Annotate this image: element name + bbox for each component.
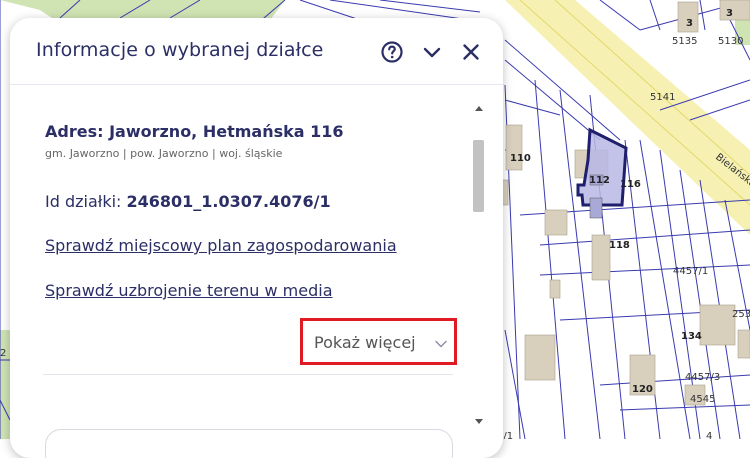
map-label: 253 — [732, 309, 750, 320]
map-label: 4457/3 — [685, 372, 720, 383]
map-label: 120 — [632, 384, 653, 395]
map-label: 112 — [589, 175, 610, 186]
panel-content[interactable]: Adres: Jaworzno, Hetmańska 116 gm. Jawor… — [10, 86, 472, 458]
scroll-up-arrow-icon[interactable] — [475, 106, 483, 111]
parcel-region: gm. Jaworzno | pow. Jaworzno | woj. śląs… — [45, 147, 283, 160]
parcel-id-value: 246801_1.0307.4076/1 — [126, 192, 331, 211]
map-label: 4 — [706, 431, 712, 439]
next-section-card[interactable] — [45, 429, 453, 458]
close-icon[interactable] — [459, 40, 483, 64]
map-label: 5130 — [718, 36, 743, 47]
parcel-info-panel: Informacje o wybranej działce Adres: Jaw… — [10, 18, 503, 458]
scrollbar[interactable] — [471, 104, 487, 426]
question-circle-icon[interactable] — [380, 40, 404, 64]
map-label: 3 — [686, 18, 693, 29]
zoning-plan-link[interactable]: Sprawdź miejscowy plan zagospodarowania — [45, 236, 397, 255]
map-label: 3 — [726, 8, 733, 19]
show-more-button[interactable]: Pokaż więcej — [300, 318, 457, 365]
parcel-address: Adres: Jaworzno, Hetmańska 116 — [45, 122, 344, 141]
map-label: 4545 — [690, 394, 715, 405]
panel-title: Informacje o wybranej działce — [36, 39, 324, 61]
map-label: 5135 — [672, 36, 697, 47]
scroll-thumb[interactable] — [473, 140, 484, 212]
map-label: 110 — [510, 153, 531, 164]
panel-header: Informacje o wybranej działce — [10, 18, 503, 85]
map-label: 116 — [620, 179, 641, 190]
chevron-down-icon[interactable] — [420, 40, 444, 64]
parcel-id-row: Id działki: 246801_1.0307.4076/1 — [45, 192, 331, 211]
map-label: 2 — [0, 348, 6, 359]
map-label: 118 — [609, 240, 630, 251]
chevron-down-icon — [435, 340, 447, 348]
utilities-link[interactable]: Sprawdź uzbrojenie terenu w media — [45, 281, 333, 300]
parcel-id-label: Id działki: — [45, 192, 127, 211]
scroll-down-arrow-icon[interactable] — [475, 419, 483, 424]
map-label: 4457/1 — [673, 266, 708, 277]
divider — [43, 374, 453, 375]
show-more-label: Pokaż więcej — [314, 333, 416, 352]
map-label: 134 — [681, 331, 702, 342]
green-area — [0, 330, 10, 439]
map-label: 5141 — [650, 92, 675, 103]
